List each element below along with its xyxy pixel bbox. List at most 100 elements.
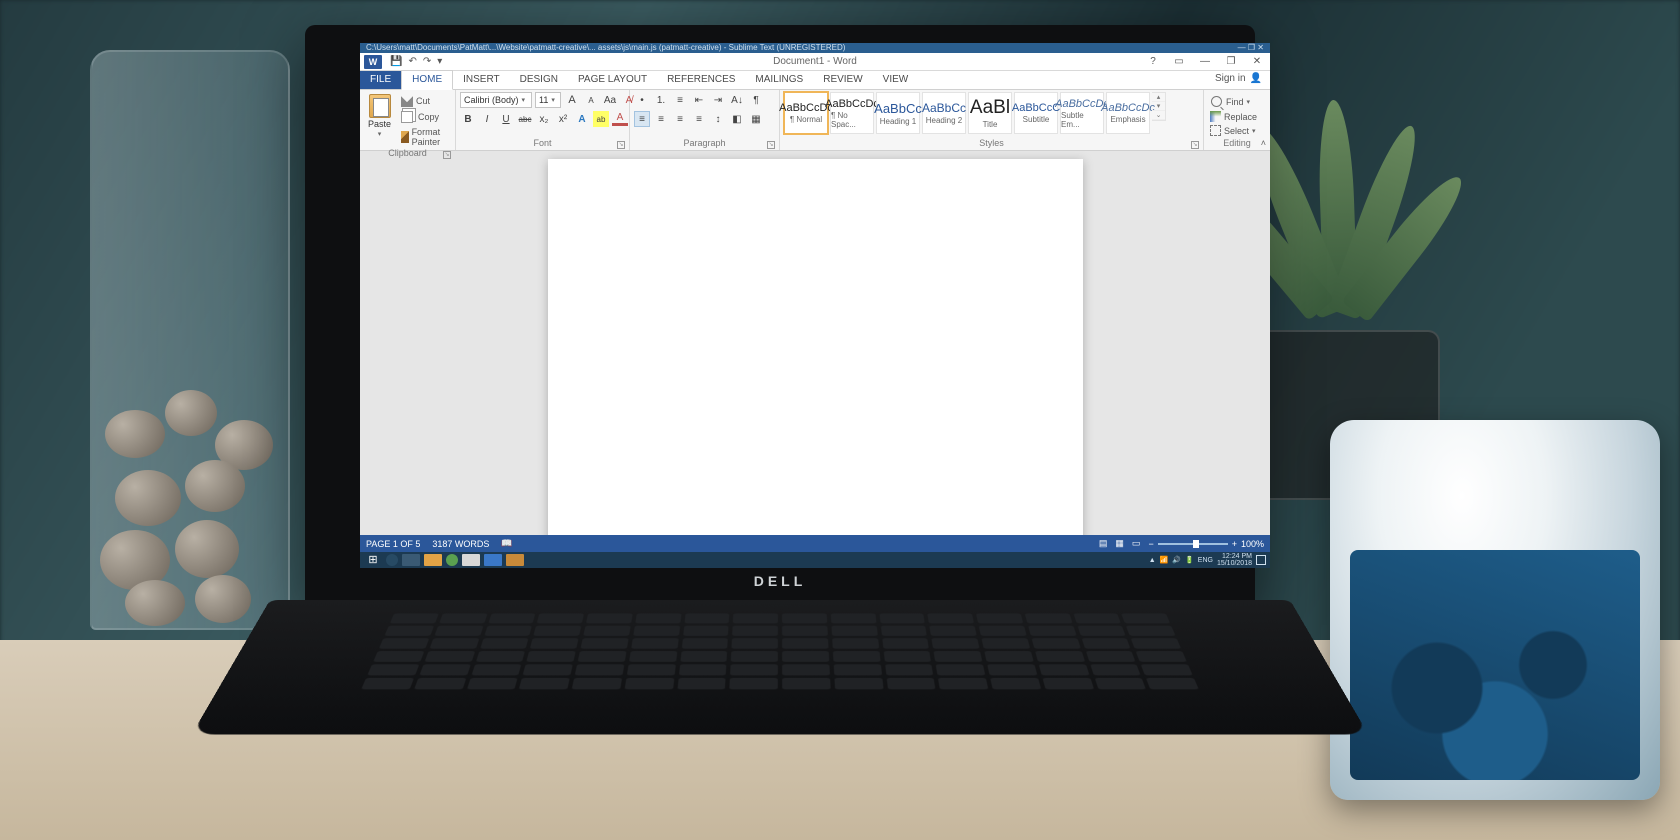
- replace-button[interactable]: Replace: [1208, 110, 1259, 123]
- tray-battery-icon[interactable]: 🔋: [1185, 556, 1194, 564]
- grow-font-button[interactable]: A: [564, 92, 580, 108]
- tray-overflow-icon[interactable]: ▲: [1149, 557, 1156, 564]
- tray-volume-icon[interactable]: 🔊: [1172, 556, 1181, 564]
- zoom-slider[interactable]: [1158, 543, 1228, 545]
- style-title[interactable]: AaBlTitle: [968, 92, 1012, 134]
- ribbon-tabs: FILE HOME INSERT DESIGN PAGE LAYOUT REFE…: [360, 71, 1270, 90]
- align-center-button[interactable]: ≡: [653, 111, 669, 127]
- italic-button[interactable]: I: [479, 111, 495, 127]
- document-canvas[interactable]: [360, 151, 1270, 535]
- styles-gallery-scroll[interactable]: ▴▾⌄: [1152, 92, 1166, 121]
- tray-date[interactable]: 15/10/2018: [1217, 560, 1252, 567]
- coffee-mug: [1330, 420, 1660, 800]
- laptop-brand-label: DELL: [305, 573, 1255, 589]
- tray-notifications-icon[interactable]: [1256, 555, 1266, 565]
- style-normal[interactable]: AaBbCcDc¶ Normal: [784, 92, 828, 134]
- style-preview: AaBbCcDc: [825, 98, 879, 110]
- taskbar-app-4[interactable]: [484, 554, 502, 566]
- bold-button[interactable]: B: [460, 111, 476, 127]
- page-indicator[interactable]: PAGE 1 OF 5: [366, 539, 420, 549]
- close-button[interactable]: ✕: [1244, 53, 1270, 71]
- decrease-indent-button[interactable]: ⇤: [691, 92, 707, 108]
- zoom-out-button[interactable]: −: [1148, 539, 1153, 549]
- zoom-in-button[interactable]: +: [1232, 539, 1237, 549]
- proofing-icon[interactable]: 📖: [501, 538, 512, 549]
- shading-button[interactable]: ◧: [729, 111, 745, 127]
- tab-file[interactable]: FILE: [360, 71, 401, 89]
- restore-button[interactable]: ❐: [1218, 53, 1244, 71]
- shrink-font-button[interactable]: A: [583, 92, 599, 108]
- line-spacing-button[interactable]: ↕: [710, 111, 726, 127]
- subscript-button[interactable]: x₂: [536, 111, 552, 127]
- change-case-button[interactable]: Aa: [602, 92, 618, 108]
- tab-review[interactable]: REVIEW: [813, 71, 872, 89]
- taskbar-cortana-icon[interactable]: [386, 554, 398, 566]
- font-color-button[interactable]: A: [612, 113, 628, 126]
- style-heading-2[interactable]: AaBbCcHeading 2: [922, 92, 966, 134]
- tray-network-icon[interactable]: 📶: [1160, 556, 1169, 564]
- highlight-button[interactable]: ab: [593, 111, 609, 127]
- tab-mailings[interactable]: MAILINGS: [745, 71, 813, 89]
- copy-button[interactable]: Copy: [399, 109, 451, 125]
- taskbar-app-5[interactable]: [506, 554, 524, 566]
- style-subtitle[interactable]: AaBbCcCSubtitle: [1014, 92, 1058, 134]
- clipboard-dialog-launcher[interactable]: ↘: [443, 151, 451, 159]
- strikethrough-button[interactable]: abc: [517, 111, 533, 127]
- taskbar-app-1[interactable]: [424, 554, 442, 566]
- ribbon-display-options-button[interactable]: ▭: [1166, 53, 1192, 71]
- font-size-combo[interactable]: 11▾: [535, 92, 561, 108]
- borders-button[interactable]: ▦: [748, 111, 764, 127]
- tab-insert[interactable]: INSERT: [453, 71, 510, 89]
- increase-indent-button[interactable]: ⇥: [710, 92, 726, 108]
- underline-button[interactable]: U: [498, 111, 514, 127]
- start-button[interactable]: [364, 554, 382, 566]
- sort-button[interactable]: A↓: [729, 92, 745, 108]
- zoom-level[interactable]: 100%: [1241, 539, 1264, 549]
- font-name-combo[interactable]: Calibri (Body)▾: [460, 92, 532, 108]
- help-button[interactable]: ?: [1140, 53, 1166, 71]
- tab-design[interactable]: DESIGN: [510, 71, 568, 89]
- numbering-button[interactable]: 1.: [653, 92, 669, 108]
- find-button[interactable]: Find▾: [1208, 94, 1259, 109]
- tray-time[interactable]: 12:24 PM: [1217, 553, 1252, 560]
- style-subtle-emphasis[interactable]: AaBbCcDcSubtle Em...: [1060, 92, 1104, 134]
- view-web-layout-button[interactable]: ▭: [1132, 538, 1141, 549]
- tab-home[interactable]: HOME: [401, 70, 453, 90]
- sign-in-label: Sign in: [1215, 73, 1246, 84]
- tab-page-layout[interactable]: PAGE LAYOUT: [568, 71, 657, 89]
- word-count[interactable]: 3187 WORDS: [432, 539, 489, 549]
- multilevel-list-button[interactable]: ≡: [672, 92, 688, 108]
- tray-language[interactable]: ENG: [1198, 557, 1213, 564]
- minimize-button[interactable]: —: [1192, 53, 1218, 71]
- text-effects-button[interactable]: A: [574, 111, 590, 127]
- font-dialog-launcher[interactable]: ↘: [617, 141, 625, 149]
- view-read-mode-button[interactable]: ▦: [1115, 538, 1124, 549]
- sign-in-link[interactable]: Sign in 👤: [1215, 73, 1262, 84]
- justify-button[interactable]: ≡: [691, 111, 707, 127]
- show-marks-button[interactable]: ¶: [748, 92, 764, 108]
- superscript-button[interactable]: x²: [555, 111, 571, 127]
- paragraph-dialog-launcher[interactable]: ↘: [767, 141, 775, 149]
- style-no-spacing[interactable]: AaBbCcDc¶ No Spac...: [830, 92, 874, 134]
- view-print-layout-button[interactable]: ▤: [1099, 538, 1108, 549]
- select-button[interactable]: Select▾: [1208, 124, 1259, 137]
- format-painter-button[interactable]: Format Painter: [399, 126, 451, 148]
- paste-dropdown-icon[interactable]: ▾: [378, 130, 382, 138]
- style-name: ¶ Normal: [790, 115, 822, 124]
- taskbar-app-3[interactable]: [462, 554, 480, 566]
- style-name: ¶ No Spac...: [831, 111, 873, 129]
- tab-view[interactable]: VIEW: [873, 71, 919, 89]
- collapse-ribbon-button[interactable]: ˄: [1261, 138, 1266, 148]
- styles-dialog-launcher[interactable]: ↘: [1191, 141, 1199, 149]
- cut-button[interactable]: Cut: [399, 94, 451, 108]
- taskbar-taskview-icon[interactable]: [402, 554, 420, 566]
- paste-button[interactable]: Paste ▾: [364, 92, 395, 140]
- align-left-button[interactable]: ≡: [634, 111, 650, 127]
- taskbar-app-2[interactable]: [446, 554, 458, 566]
- align-right-button[interactable]: ≡: [672, 111, 688, 127]
- style-emphasis[interactable]: AaBbCcDcEmphasis: [1106, 92, 1150, 134]
- tab-references[interactable]: REFERENCES: [657, 71, 745, 89]
- document-page[interactable]: [548, 159, 1083, 535]
- style-heading-1[interactable]: AaBbCcHeading 1: [876, 92, 920, 134]
- bullets-button[interactable]: •: [634, 92, 650, 108]
